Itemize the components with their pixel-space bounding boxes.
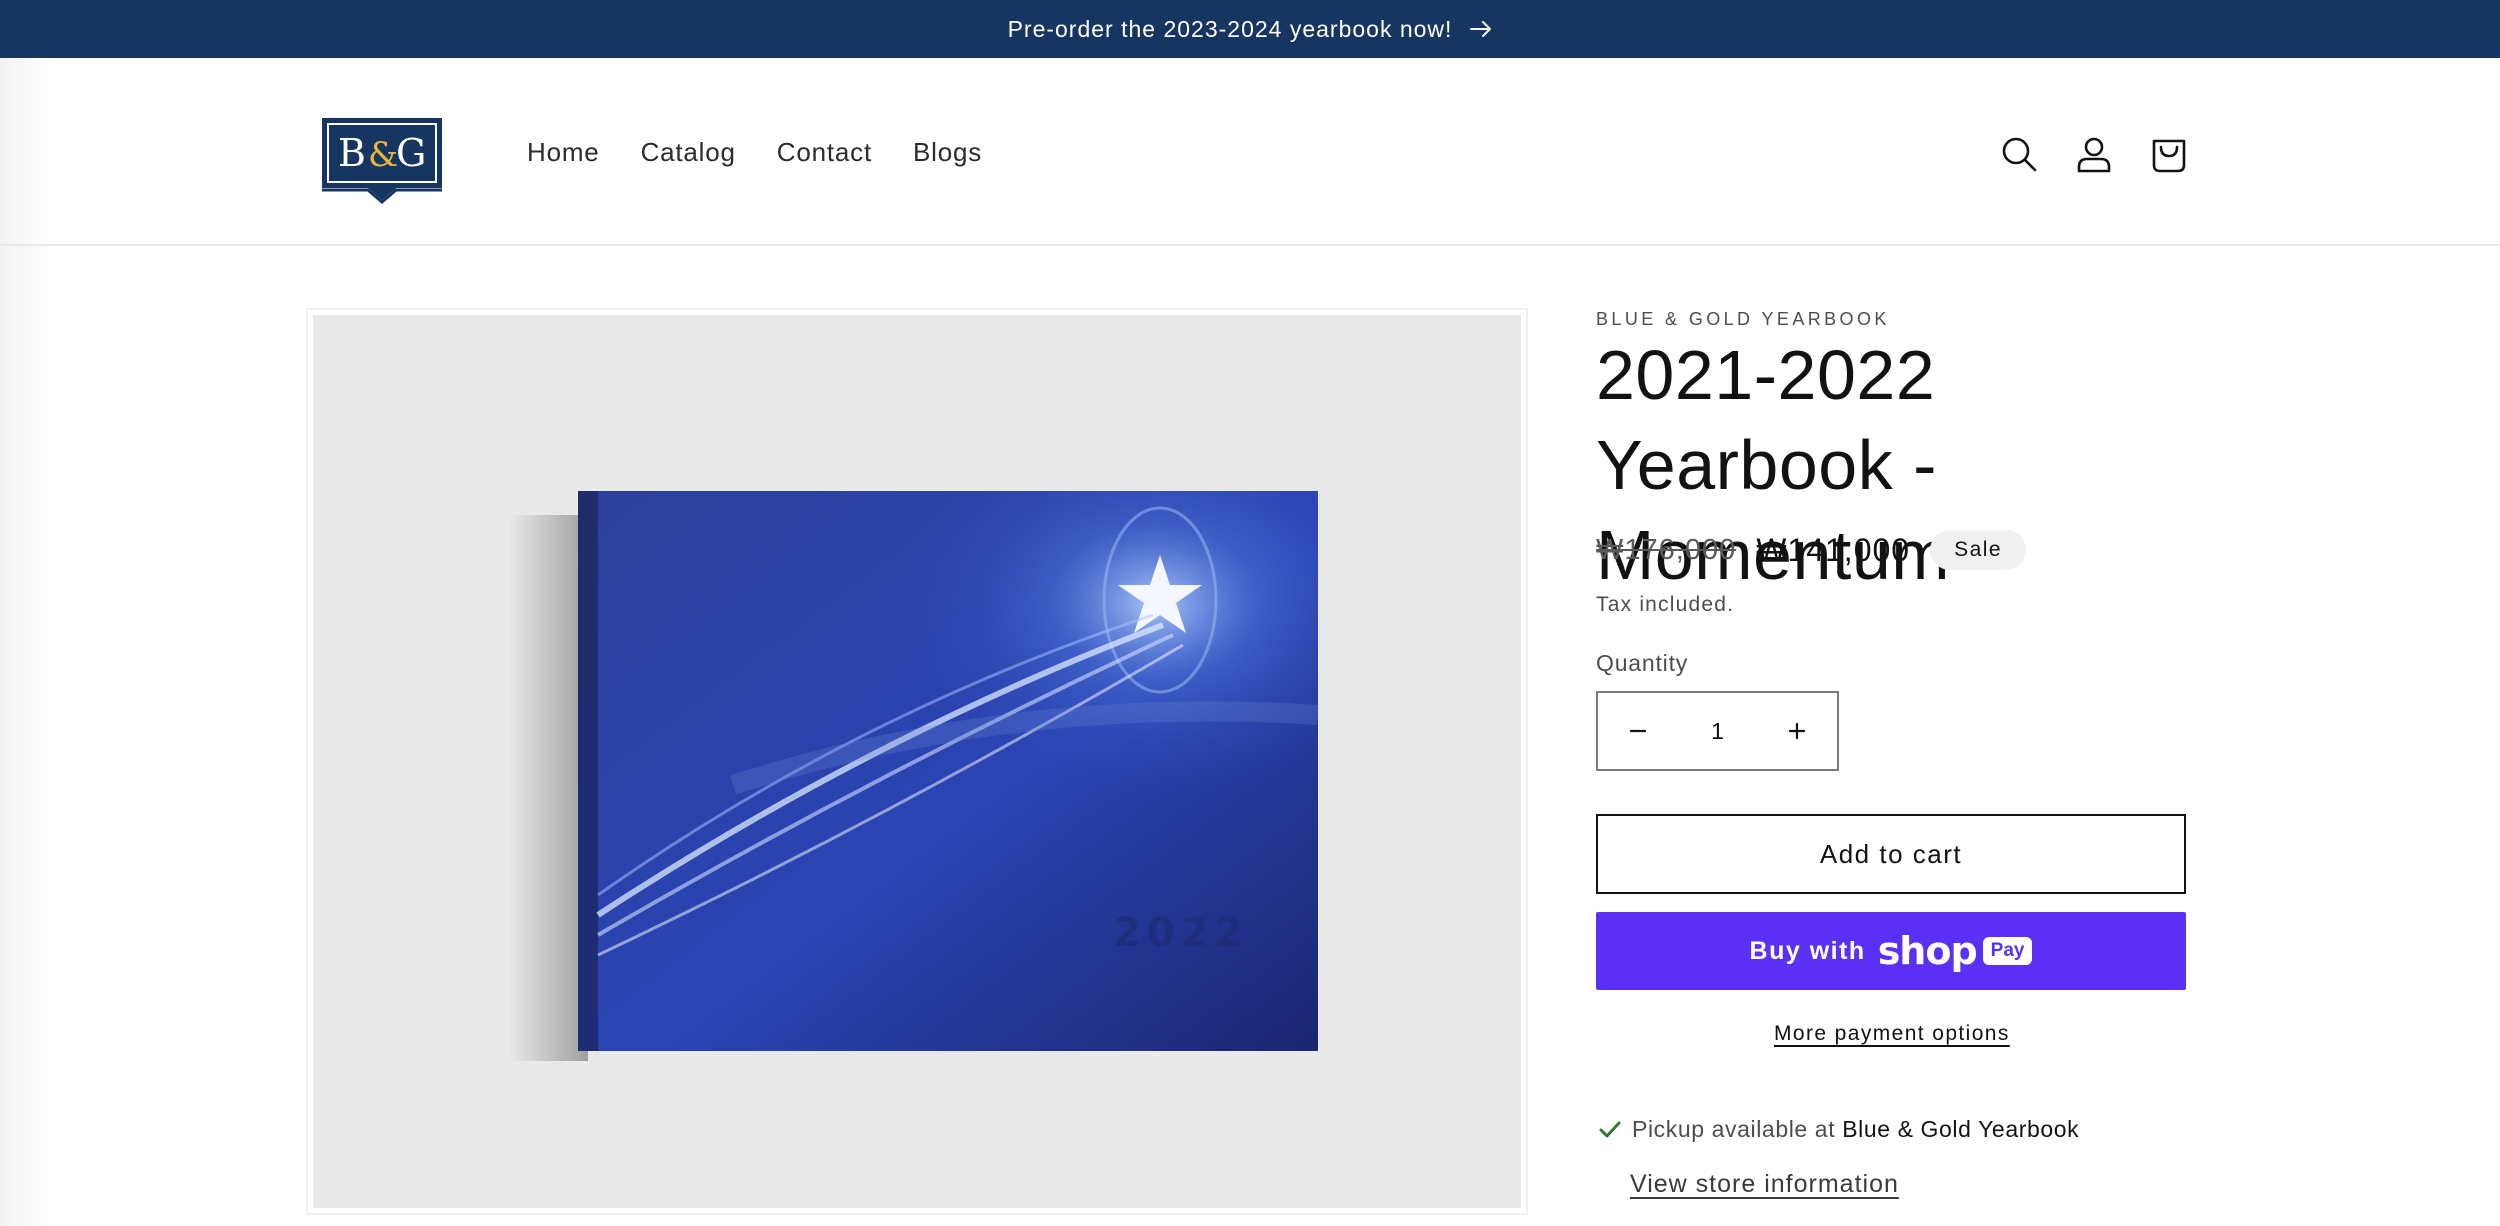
pickup-store-name: Blue & Gold Yearbook [1842, 1116, 2080, 1142]
price-regular: ₩176,000 [1596, 533, 1737, 566]
price: ₩176,000 ₩141,000 Sale [1596, 530, 2027, 570]
nav-home[interactable]: Home [527, 137, 600, 168]
shop-pay-logo: shop [1877, 929, 1978, 973]
cart-icon[interactable] [2147, 132, 2191, 176]
shop-pay-label: Buy with [1749, 936, 1866, 965]
search-icon[interactable] [1997, 132, 2041, 176]
price-sale: ₩141,000 [1756, 531, 1911, 568]
quantity-decrease-button[interactable] [1598, 693, 1678, 769]
site-header: B & G Home Catalog Contact Blogs [0, 58, 2500, 246]
nav-contact[interactable]: Contact [777, 137, 872, 168]
nav-blogs[interactable]: Blogs [913, 137, 982, 168]
brand-logo[interactable]: B & G [318, 108, 446, 204]
announcement-bar[interactable]: Pre-order the 2023-2024 yearbook now! [0, 0, 2500, 58]
product-image[interactable]: 2022 [313, 315, 1521, 1208]
svg-text:G: G [396, 131, 426, 175]
quantity-input[interactable] [1678, 717, 1757, 745]
arrow-right-icon [1470, 21, 1492, 37]
shop-pay-button[interactable]: Buy with shop Pay [1596, 912, 2186, 990]
account-icon[interactable] [2072, 132, 2116, 176]
plus-icon [1788, 722, 1806, 740]
pickup-availability: Pickup available at Blue & Gold Yearbook [1598, 1116, 2079, 1143]
check-icon [1599, 1121, 1621, 1137]
announcement-text: Pre-order the 2023-2024 yearbook now! [1007, 15, 1453, 42]
svg-text:2022: 2022 [1113, 910, 1248, 956]
add-to-cart-button[interactable]: Add to cart [1596, 814, 2186, 894]
main-nav: Home Catalog Contact Blogs [527, 137, 982, 168]
minus-icon [1629, 729, 1647, 733]
pickup-text: Pickup available at Blue & Gold Yearbook [1632, 1116, 2079, 1143]
tax-note: Tax included. [1596, 593, 1735, 616]
product-media-gallery[interactable]: 2022 [306, 308, 1528, 1215]
quantity-stepper [1596, 691, 1839, 771]
view-store-information-link[interactable]: View store information [1630, 1170, 1899, 1199]
more-payment-options-link[interactable]: More payment options [1774, 1022, 2010, 1046]
svg-text:B: B [338, 131, 366, 175]
nav-catalog[interactable]: Catalog [641, 137, 736, 168]
shop-pay-pill: Pay [1982, 937, 2033, 965]
svg-text:&: & [368, 135, 398, 175]
pickup-prefix: Pickup available at [1632, 1116, 1836, 1142]
quantity-label: Quantity [1596, 650, 1689, 676]
quantity-increase-button[interactable] [1757, 693, 1837, 769]
sale-badge: Sale [1930, 530, 2027, 570]
product-vendor: BLUE & GOLD YEARBOOK [1596, 309, 1890, 329]
yearbook-cover-image: 2022 [313, 315, 1521, 1208]
